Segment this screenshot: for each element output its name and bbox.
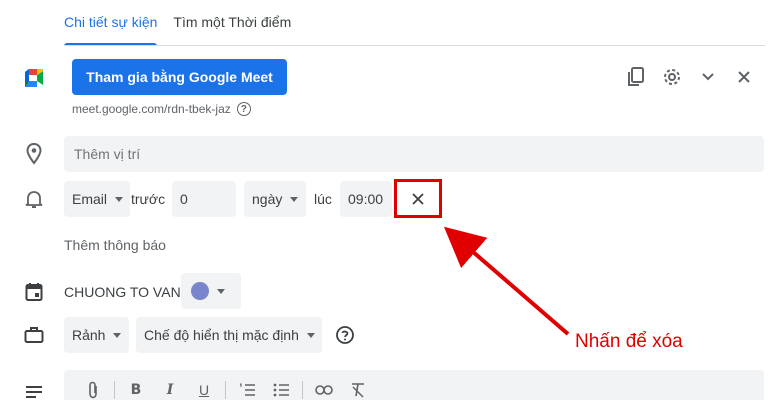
annotation-text: Nhấn để xóa bbox=[575, 331, 683, 352]
